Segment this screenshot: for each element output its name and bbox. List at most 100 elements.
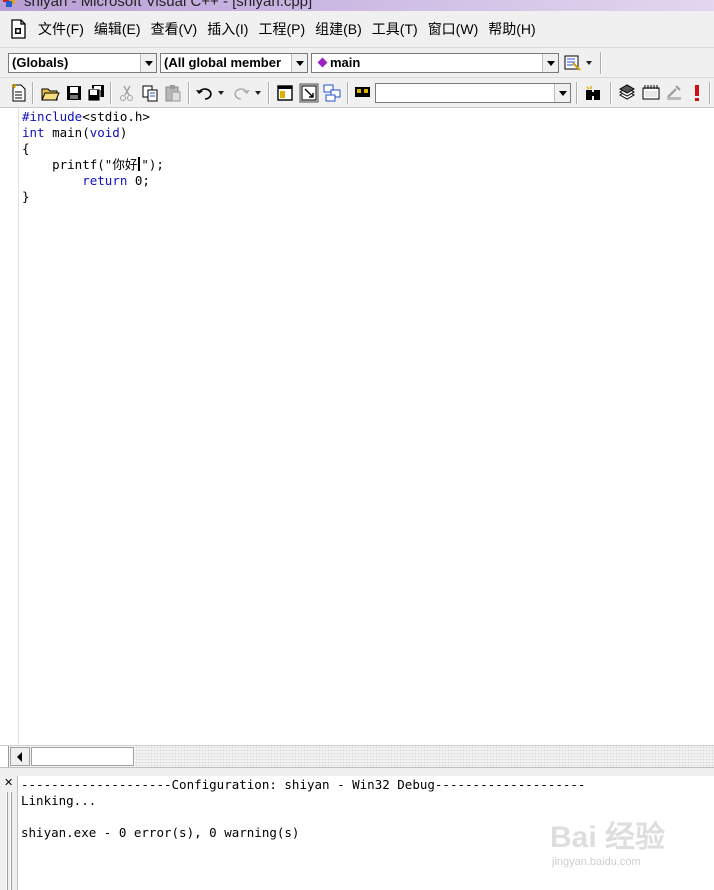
menu-edit[interactable]: 编辑(E) — [89, 19, 146, 39]
title-bar: shiyan - Microsoft Visual C++ - [shiyan.… — [0, 0, 714, 11]
cut-button[interactable] — [117, 83, 137, 103]
wizard-action-icon — [564, 55, 581, 71]
redo-dropdown-icon[interactable] — [255, 91, 261, 95]
find-in-files-icon — [355, 87, 370, 97]
menu-help[interactable]: 帮助(H) — [483, 19, 540, 39]
build-output-text[interactable]: --------------------Configuration: shiya… — [21, 777, 585, 841]
find-button[interactable] — [583, 83, 603, 103]
wizard-action-button[interactable] — [563, 53, 583, 73]
class-combo-value: (Globals) — [12, 55, 69, 70]
filter-combo-dropdown-arrow-icon[interactable] — [291, 54, 307, 72]
find-combo-dropdown-arrow-icon[interactable] — [554, 84, 570, 102]
output-dock-handle[interactable]: ✕ — [0, 776, 18, 890]
code-keyword: #include — [22, 109, 83, 124]
code-line: printf("你好 "); — [22, 157, 164, 173]
build-icon — [642, 85, 660, 100]
save-button[interactable] — [64, 83, 84, 103]
document-system-menu-icon[interactable] — [9, 19, 27, 39]
menu-bar: 文件(F) 编辑(E) 查看(V) 插入(I) 工程(P) 组建(B) 工具(T… — [0, 11, 714, 48]
source-code[interactable]: #include<stdio.h> int main(void){ printf(… — [22, 109, 164, 205]
build-button[interactable] — [641, 83, 661, 103]
paste-button[interactable] — [163, 83, 183, 103]
filter-combo[interactable]: (All global member — [160, 53, 308, 73]
output-line: shiyan.exe - 0 error(s), 0 warning(s) — [21, 825, 300, 840]
menu-window[interactable]: 窗口(W) — [423, 19, 484, 39]
code-text: main( — [44, 125, 90, 140]
output-line: Linking... — [21, 793, 97, 808]
member-combo-dropdown-arrow-icon[interactable] — [542, 54, 558, 72]
code-keyword: int — [22, 125, 45, 140]
function-purple-diamond-icon — [317, 57, 328, 68]
new-text-file-button[interactable] — [9, 83, 29, 103]
open-folder-icon — [41, 88, 60, 101]
output-pane[interactable]: ✕ --------------------Configuration: shi… — [0, 776, 714, 890]
code-text: printf("你好 — [52, 157, 138, 172]
workspace-window-button[interactable] — [275, 83, 295, 103]
menu-project[interactable]: 工程(P) — [253, 19, 310, 39]
find-in-files-button[interactable] — [353, 83, 373, 103]
wizard-action-dropdown-icon[interactable] — [586, 61, 592, 65]
undo-dropdown-icon[interactable] — [218, 91, 224, 95]
execute-exclamation-icon — [695, 85, 699, 101]
scrollbar-corner — [0, 746, 9, 767]
code-keyword: return — [82, 173, 128, 188]
menu-insert[interactable]: 插入(I) — [202, 19, 253, 39]
undo-button[interactable] — [195, 83, 215, 103]
code-line: { — [22, 141, 164, 157]
member-combo[interactable]: main — [311, 53, 559, 73]
find-combo[interactable] — [375, 83, 571, 103]
scroll-left-arrow-icon[interactable] — [10, 747, 30, 766]
open-button[interactable] — [40, 83, 60, 103]
code-text: <stdio.h> — [82, 109, 150, 124]
member-combo-value: main — [330, 55, 361, 70]
wizard-bar: (Globals) (All global member main — [0, 48, 714, 78]
horizontal-scrollbar[interactable] — [0, 745, 714, 767]
window-list-icon — [323, 84, 341, 102]
window-title: shiyan - Microsoft Visual C++ - [shiyan.… — [24, 0, 313, 10]
scrollbar-track[interactable] — [135, 746, 714, 767]
cut-scissors-icon — [120, 85, 133, 101]
code-text: "); — [141, 157, 164, 172]
undo-arrow-icon — [196, 88, 212, 100]
editor-gutter[interactable] — [0, 108, 19, 745]
standard-toolbar — [0, 78, 714, 108]
dock-grip[interactable] — [10, 792, 12, 890]
execute-button[interactable] — [687, 83, 707, 103]
menu-view[interactable]: 查看(V) — [146, 19, 203, 39]
dock-grip[interactable] — [6, 792, 8, 890]
code-text: 0; — [127, 173, 150, 188]
output-window-icon — [299, 83, 319, 103]
class-combo[interactable]: (Globals) — [8, 53, 157, 73]
pane-splitter[interactable] — [0, 767, 714, 776]
filter-combo-value: (All global member — [164, 55, 282, 70]
redo-button[interactable] — [231, 83, 251, 103]
code-line: int main(void) — [22, 125, 164, 141]
compile-button[interactable] — [617, 83, 637, 103]
save-all-button[interactable] — [86, 83, 106, 103]
stop-build-icon — [667, 85, 681, 100]
code-editor[interactable]: #include<stdio.h> int main(void){ printf(… — [0, 108, 714, 745]
toolbar-separator — [709, 82, 711, 104]
menu-file[interactable]: 文件(F) — [33, 19, 89, 39]
output-window-button[interactable] — [299, 83, 319, 103]
copy-button[interactable] — [140, 83, 160, 103]
toolbar-separator — [32, 82, 34, 104]
menu-tools[interactable]: 工具(T) — [367, 19, 423, 39]
menu-build[interactable]: 组建(B) — [310, 19, 367, 39]
toolbar-separator — [576, 82, 578, 104]
stop-build-button[interactable] — [664, 83, 684, 103]
class-combo-dropdown-arrow-icon[interactable] — [140, 54, 156, 72]
visual-cpp-app-icon[interactable] — [2, 0, 18, 8]
scrollbar-thumb[interactable] — [31, 747, 134, 766]
code-line: } — [22, 189, 164, 205]
code-line: return 0; — [22, 173, 164, 189]
toolbar-separator — [268, 82, 270, 104]
code-keyword: void — [89, 125, 120, 140]
copy-icon — [142, 85, 158, 102]
new-file-icon — [11, 84, 26, 102]
window-list-button[interactable] — [322, 83, 342, 103]
output-close-icon[interactable]: ✕ — [4, 778, 13, 789]
